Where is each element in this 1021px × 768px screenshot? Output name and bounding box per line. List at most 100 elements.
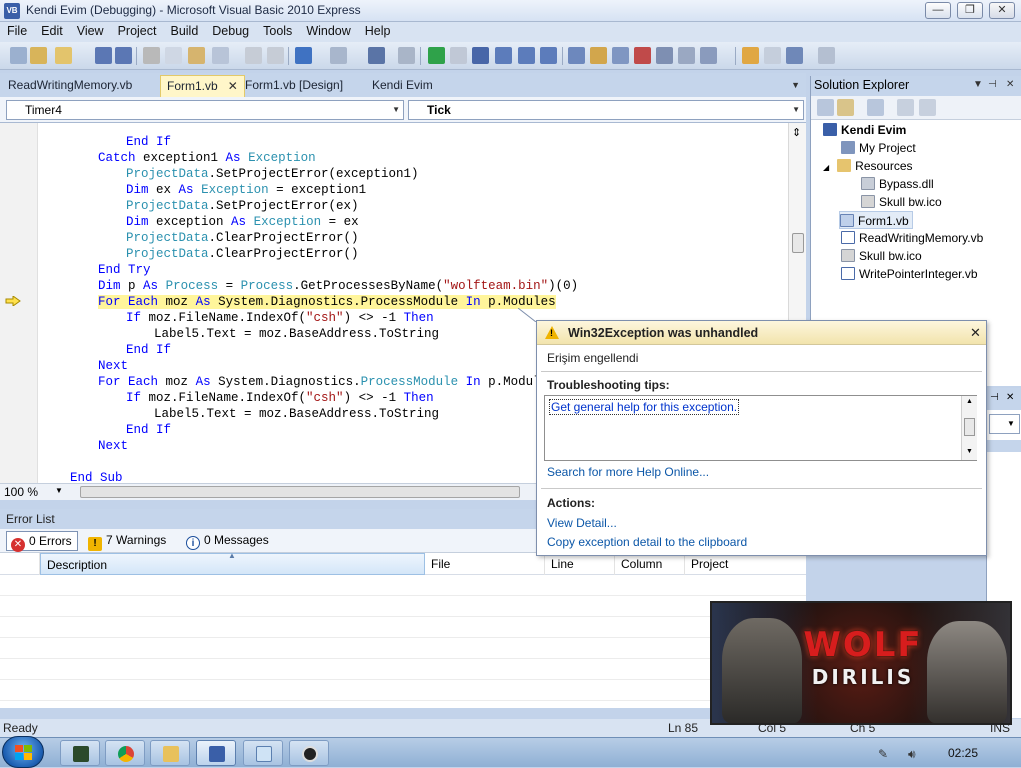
pen-icon[interactable]: ✎ [878, 747, 888, 761]
general-help-link[interactable]: Get general help for this exception. [549, 399, 740, 415]
start-debugging-icon[interactable] [428, 47, 445, 64]
uncomment-icon[interactable] [267, 47, 284, 64]
code-line[interactable]: For Each moz As System.Diagnostics.Proce… [98, 374, 556, 390]
chevron-down-icon[interactable]: ▼ [973, 79, 983, 90]
tab-overflow-icon[interactable]: ▼ [791, 80, 800, 90]
immediate-window-icon[interactable] [700, 47, 717, 64]
column-icon[interactable] [0, 553, 40, 575]
copy-exception-link[interactable]: Copy exception detail to the clipboard [547, 535, 747, 549]
restore-button[interactable]: ❐ [957, 2, 983, 19]
show-all-files-icon[interactable] [837, 99, 854, 116]
close-tab-icon[interactable]: ✕ [228, 79, 238, 93]
menu-debug[interactable]: Debug [205, 22, 256, 40]
code-line[interactable]: End If [126, 134, 171, 150]
menu-tools[interactable]: Tools [256, 22, 299, 40]
step-into-icon[interactable] [518, 47, 535, 64]
menu-view[interactable]: View [70, 22, 111, 40]
code-line[interactable]: ProjectData.ClearProjectError() [126, 230, 359, 246]
code-line[interactable]: If moz.FileName.IndexOf("csh") <> -1 The… [126, 390, 434, 406]
comment-icon[interactable] [245, 47, 262, 64]
paste-icon[interactable] [188, 47, 205, 64]
code-line[interactable]: Dim ex As Exception = exception1 [126, 182, 366, 198]
column-file[interactable]: File [425, 553, 545, 575]
tips-scrollbar[interactable]: ▲ ▼ [961, 396, 977, 460]
start-button[interactable] [2, 736, 44, 768]
column-project[interactable]: Project [685, 553, 806, 575]
menu-help[interactable]: Help [358, 22, 398, 40]
errors-filter-button[interactable]: ✕ 0 Errors [6, 531, 78, 552]
cut-icon[interactable] [143, 47, 160, 64]
undo-icon[interactable] [295, 47, 312, 64]
scroll-up-icon[interactable]: ▲ [966, 398, 973, 405]
redo-icon[interactable] [330, 47, 347, 64]
bookmark-icon[interactable] [764, 47, 781, 64]
taskbar-explorer-button[interactable] [150, 740, 190, 766]
pin-icon[interactable]: ⊣ [990, 392, 999, 403]
step-over-icon[interactable] [540, 47, 557, 64]
code-line[interactable]: For Each moz As System.Diagnostics.Proce… [98, 294, 556, 310]
error-list-grid[interactable]: Description ▲ File Line Column Project [0, 551, 806, 708]
code-line[interactable]: ProjectData.SetProjectError(ex) [126, 198, 359, 214]
code-line[interactable]: Next [98, 438, 128, 454]
tree-item-my-project[interactable]: My Project [841, 139, 916, 157]
warnings-filter-button[interactable]: ! 7 Warnings [84, 531, 171, 551]
code-line[interactable]: Label5.Text = moz.BaseAddress.ToString [154, 406, 439, 422]
vb-app-icon[interactable]: VB [4, 3, 20, 19]
properties-icon[interactable] [590, 47, 607, 64]
tree-project-node[interactable]: Kendi Evim [823, 121, 906, 139]
tab-readwritingmemory[interactable]: ReadWritingMemory.vb [2, 75, 138, 97]
code-line[interactable]: Dim p As Process = Process.GetProcessesB… [98, 278, 578, 294]
close-panel-icon[interactable]: ✕ [1006, 392, 1014, 403]
tree-item-skull-ico[interactable]: Skull bw.ico [841, 247, 922, 265]
tree-item-skull-ico-resource[interactable]: Skull bw.ico [861, 193, 942, 211]
column-description[interactable]: Description ▲ [40, 551, 425, 575]
properties-object-dropdown[interactable]: ▼ [989, 414, 1020, 434]
close-button[interactable]: ✕ [989, 2, 1015, 19]
tab-kendi-evim[interactable]: Kendi Evim [366, 75, 439, 97]
view-designer-icon[interactable] [919, 99, 936, 116]
close-panel-icon[interactable]: ✕ [1006, 79, 1014, 90]
code-line[interactable]: Catch exception1 As Exception [98, 150, 316, 166]
chevron-down-icon[interactable]: ▼ [55, 486, 63, 495]
show-next-statement-icon[interactable] [495, 47, 512, 64]
copy-icon[interactable] [165, 47, 182, 64]
navigate-icon[interactable] [368, 47, 385, 64]
object-dropdown[interactable]: Timer4 ▼ [6, 100, 404, 120]
code-line[interactable]: ProjectData.SetProjectError(exception1) [126, 166, 419, 182]
save-icon[interactable] [95, 47, 112, 64]
tree-item-bypass-dll[interactable]: Bypass.dll [861, 175, 934, 193]
code-line[interactable]: Next [98, 358, 128, 374]
messages-filter-button[interactable]: i 0 Messages [182, 531, 274, 551]
editor-gutter[interactable] [0, 123, 38, 483]
column-line[interactable]: Line [545, 553, 615, 575]
refresh-icon[interactable] [867, 99, 884, 116]
taskbar-chrome-button[interactable] [105, 740, 145, 766]
menu-build[interactable]: Build [163, 22, 205, 40]
tab-form1-vb[interactable]: Form1.vb ✕ [160, 75, 245, 97]
minimize-button[interactable]: — [925, 2, 951, 19]
scrollbar-thumb[interactable] [792, 233, 804, 253]
stop-debugging-icon[interactable] [472, 47, 489, 64]
break-all-icon[interactable] [450, 47, 467, 64]
tree-item-readwritingmemory[interactable]: ReadWritingMemory.vb [841, 229, 983, 247]
find-icon[interactable] [212, 47, 229, 64]
properties-icon[interactable] [817, 99, 834, 116]
solution-explorer-icon[interactable] [568, 47, 585, 64]
zoom-level[interactable]: 100 % [4, 485, 38, 499]
taskbar-visual-basic-button[interactable] [196, 740, 236, 766]
object-browser-icon[interactable] [612, 47, 629, 64]
taskbar-app-button[interactable] [289, 740, 329, 766]
scroll-down-icon[interactable]: ▼ [966, 448, 973, 455]
menu-file[interactable]: File [0, 22, 34, 40]
tree-item-resources[interactable]: ◢ Resources [823, 157, 913, 175]
menu-edit[interactable]: Edit [34, 22, 70, 40]
options-icon[interactable] [818, 47, 835, 64]
search-help-link[interactable]: Search for more Help Online... [547, 465, 709, 479]
scrollbar-thumb[interactable] [964, 418, 975, 436]
taskbar-notepad-button[interactable] [243, 740, 283, 766]
code-line[interactable]: End Try [98, 262, 151, 278]
view-detail-link[interactable]: View Detail... [547, 516, 617, 530]
clock[interactable]: 02:25 [948, 746, 978, 760]
add-item-icon[interactable] [30, 47, 47, 64]
new-project-icon[interactable] [10, 47, 27, 64]
